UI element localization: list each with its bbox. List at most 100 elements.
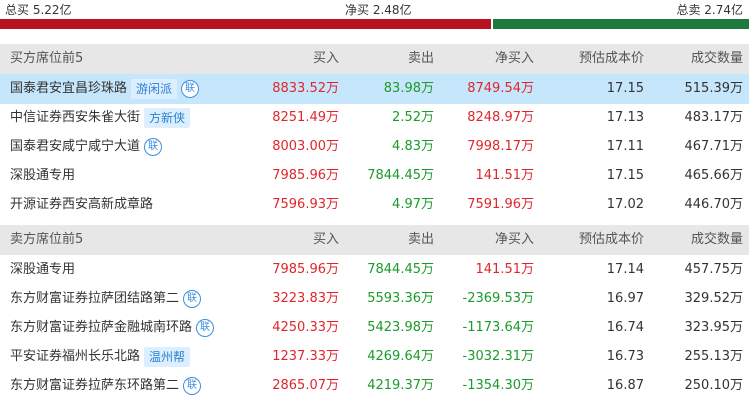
- net-buy-label: 净买 2.48亿: [345, 3, 412, 17]
- sell-ratio-fill: [492, 19, 749, 29]
- buy-amount: 4250.33万: [272, 320, 339, 335]
- net-amount: 7998.17万: [467, 139, 534, 154]
- volume: 255.13万: [684, 349, 744, 364]
- seat-name[interactable]: 国泰君安宜昌珍珠路: [10, 74, 127, 104]
- seat-name[interactable]: 平安证券福州长乐北路: [10, 342, 140, 372]
- buy-amount: 1237.33万: [272, 349, 339, 364]
- seat-name-cell: 东方财富证券拉萨金融城南环路联: [10, 313, 215, 343]
- seat-name-cell: 国泰君安咸宁咸宁大道联: [10, 132, 163, 162]
- volume: 250.10万: [684, 378, 744, 393]
- seat-name[interactable]: 东方财富证券拉萨金融城南环路: [10, 313, 192, 343]
- affiliate-icon[interactable]: 联: [196, 319, 215, 337]
- column-header-buy[interactable]: 买入: [313, 44, 339, 74]
- table-row[interactable]: 中信证券西安朱雀大街 方新侠 8251.49万 2.52万 8248.97万 17.13 4…: [0, 103, 749, 133]
- volume: 483.17万: [684, 110, 744, 125]
- summary-bar: 总买 5.22亿 净买 2.48亿 总卖 2.74亿: [0, 0, 749, 18]
- seat-name[interactable]: 东方财富证券拉萨东环路第二: [10, 371, 179, 401]
- buy-amount: 7985.96万: [272, 262, 339, 277]
- net-amount: -2369.53万: [462, 291, 534, 306]
- sell-section-title: 卖方席位前5: [10, 232, 84, 247]
- column-header-buy[interactable]: 买入: [313, 225, 339, 255]
- estimated-cost: 17.15: [606, 168, 644, 183]
- seat-name-cell: 平安证券福州长乐北路 温州帮: [10, 342, 191, 372]
- seat-name-cell: 深股通专用: [10, 161, 75, 191]
- sell-amount: 83.98万: [383, 81, 434, 96]
- buy-amount: 8003.00万: [272, 139, 339, 154]
- seat-name-cell: 深股通专用: [10, 255, 75, 285]
- sell-amount: 5593.36万: [367, 291, 434, 306]
- trader-tag[interactable]: 游闲派: [131, 79, 178, 99]
- buy-amount: 8833.52万: [272, 81, 339, 96]
- estimated-cost: 16.74: [606, 320, 644, 335]
- table-row[interactable]: 开源证券西安高新成章路 7596.93万 4.97万 7591.96万 17.02 446…: [0, 190, 749, 220]
- column-header-volume[interactable]: 成交数量: [691, 44, 743, 74]
- column-header-cost[interactable]: 预估成本价: [579, 44, 644, 74]
- sell-amount: 7844.45万: [367, 262, 434, 277]
- sell-amount: 5423.98万: [367, 320, 434, 335]
- seat-name-cell: 东方财富证券拉萨东环路第二联: [10, 371, 202, 401]
- sell-amount: 2.52万: [392, 110, 434, 125]
- net-amount: 8749.54万: [467, 81, 534, 96]
- total-sell-label: 总卖 2.74亿: [676, 3, 743, 17]
- volume: 446.70万: [684, 197, 744, 212]
- volume: 465.66万: [684, 168, 744, 183]
- net-amount: -1173.64万: [462, 320, 534, 335]
- volume: 515.39万: [684, 81, 744, 96]
- estimated-cost: 17.13: [606, 110, 644, 125]
- table-row[interactable]: 东方财富证券拉萨金融城南环路联 4250.33万 5423.98万 -1173.64万…: [0, 313, 749, 343]
- buy-section-header: 买方席位前5 买入 卖出 净买入 预估成本价 成交数量: [0, 44, 749, 74]
- seat-name-cell: 中信证券西安朱雀大街 方新侠: [10, 103, 191, 133]
- buy-ratio-fill: [0, 19, 491, 29]
- table-row[interactable]: 平安证券福州长乐北路 温州帮 1237.33万 4269.64万 -3032.31万 16…: [0, 342, 749, 372]
- volume: 323.95万: [684, 320, 744, 335]
- trader-tag[interactable]: 温州帮: [144, 347, 191, 367]
- net-amount: 8248.97万: [467, 110, 534, 125]
- buy-amount: 7596.93万: [272, 197, 339, 212]
- seat-name[interactable]: 深股通专用: [10, 255, 75, 285]
- volume: 467.71万: [684, 139, 744, 154]
- sell-amount: 4.97万: [392, 197, 434, 212]
- sell-amount: 4269.64万: [367, 349, 434, 364]
- sell-amount: 4219.37万: [367, 378, 434, 393]
- column-header-net[interactable]: 净买入: [495, 44, 534, 74]
- estimated-cost: 16.97: [606, 291, 644, 306]
- estimated-cost: 16.87: [606, 378, 644, 393]
- seat-name-cell: 开源证券西安高新成章路: [10, 190, 153, 220]
- net-amount: 7591.96万: [467, 197, 534, 212]
- net-amount: -1354.30万: [462, 378, 534, 393]
- seat-name[interactable]: 深股通专用: [10, 161, 75, 191]
- table-row[interactable]: 东方财富证券拉萨团结路第二联 3223.83万 5593.36万 -2369.53万 1…: [0, 284, 749, 314]
- column-header-sell[interactable]: 卖出: [408, 225, 434, 255]
- seat-name[interactable]: 东方财富证券拉萨团结路第二: [10, 284, 179, 314]
- buy-amount: 2865.07万: [272, 378, 339, 393]
- net-amount: -3032.31万: [462, 349, 534, 364]
- buy-amount: 3223.83万: [272, 291, 339, 306]
- table-row[interactable]: 国泰君安宜昌珍珠路 游闲派联 8833.52万 83.98万 8749.54万 17.15…: [0, 74, 749, 104]
- table-row[interactable]: 东方财富证券拉萨东环路第二联 2865.07万 4219.37万 -1354.30万 1…: [0, 371, 749, 401]
- column-header-net[interactable]: 净买入: [495, 225, 534, 255]
- affiliate-icon[interactable]: 联: [183, 290, 202, 308]
- seat-name[interactable]: 国泰君安咸宁咸宁大道: [10, 132, 140, 162]
- affiliate-icon[interactable]: 联: [144, 138, 163, 156]
- column-header-cost[interactable]: 预估成本价: [579, 225, 644, 255]
- buy-amount: 7985.96万: [272, 168, 339, 183]
- trader-tag[interactable]: 方新侠: [144, 108, 191, 128]
- seat-name[interactable]: 开源证券西安高新成章路: [10, 190, 153, 220]
- affiliate-icon[interactable]: 联: [183, 377, 202, 395]
- column-header-sell[interactable]: 卖出: [408, 44, 434, 74]
- sell-section-header: 卖方席位前5 买入 卖出 净买入 预估成本价 成交数量: [0, 225, 749, 255]
- volume: 329.52万: [684, 291, 744, 306]
- estimated-cost: 17.02: [606, 197, 644, 212]
- net-amount: 141.51万: [475, 168, 535, 183]
- sell-amount: 4.83万: [392, 139, 434, 154]
- column-header-volume[interactable]: 成交数量: [691, 225, 743, 255]
- affiliate-icon[interactable]: 联: [181, 80, 200, 98]
- seat-name-cell: 东方财富证券拉萨团结路第二联: [10, 284, 202, 314]
- buy-amount: 8251.49万: [272, 110, 339, 125]
- estimated-cost: 16.73: [606, 349, 644, 364]
- table-row[interactable]: 深股通专用 7985.96万 7844.45万 141.51万 17.15 465.66万: [0, 161, 749, 191]
- table-row[interactable]: 深股通专用 7985.96万 7844.45万 141.51万 17.14 457.75万: [0, 255, 749, 285]
- seat-name[interactable]: 中信证券西安朱雀大街: [10, 103, 140, 133]
- total-buy-label: 总买 5.22亿: [5, 3, 72, 17]
- table-row[interactable]: 国泰君安咸宁咸宁大道联 8003.00万 4.83万 7998.17万 17.11 467…: [0, 132, 749, 162]
